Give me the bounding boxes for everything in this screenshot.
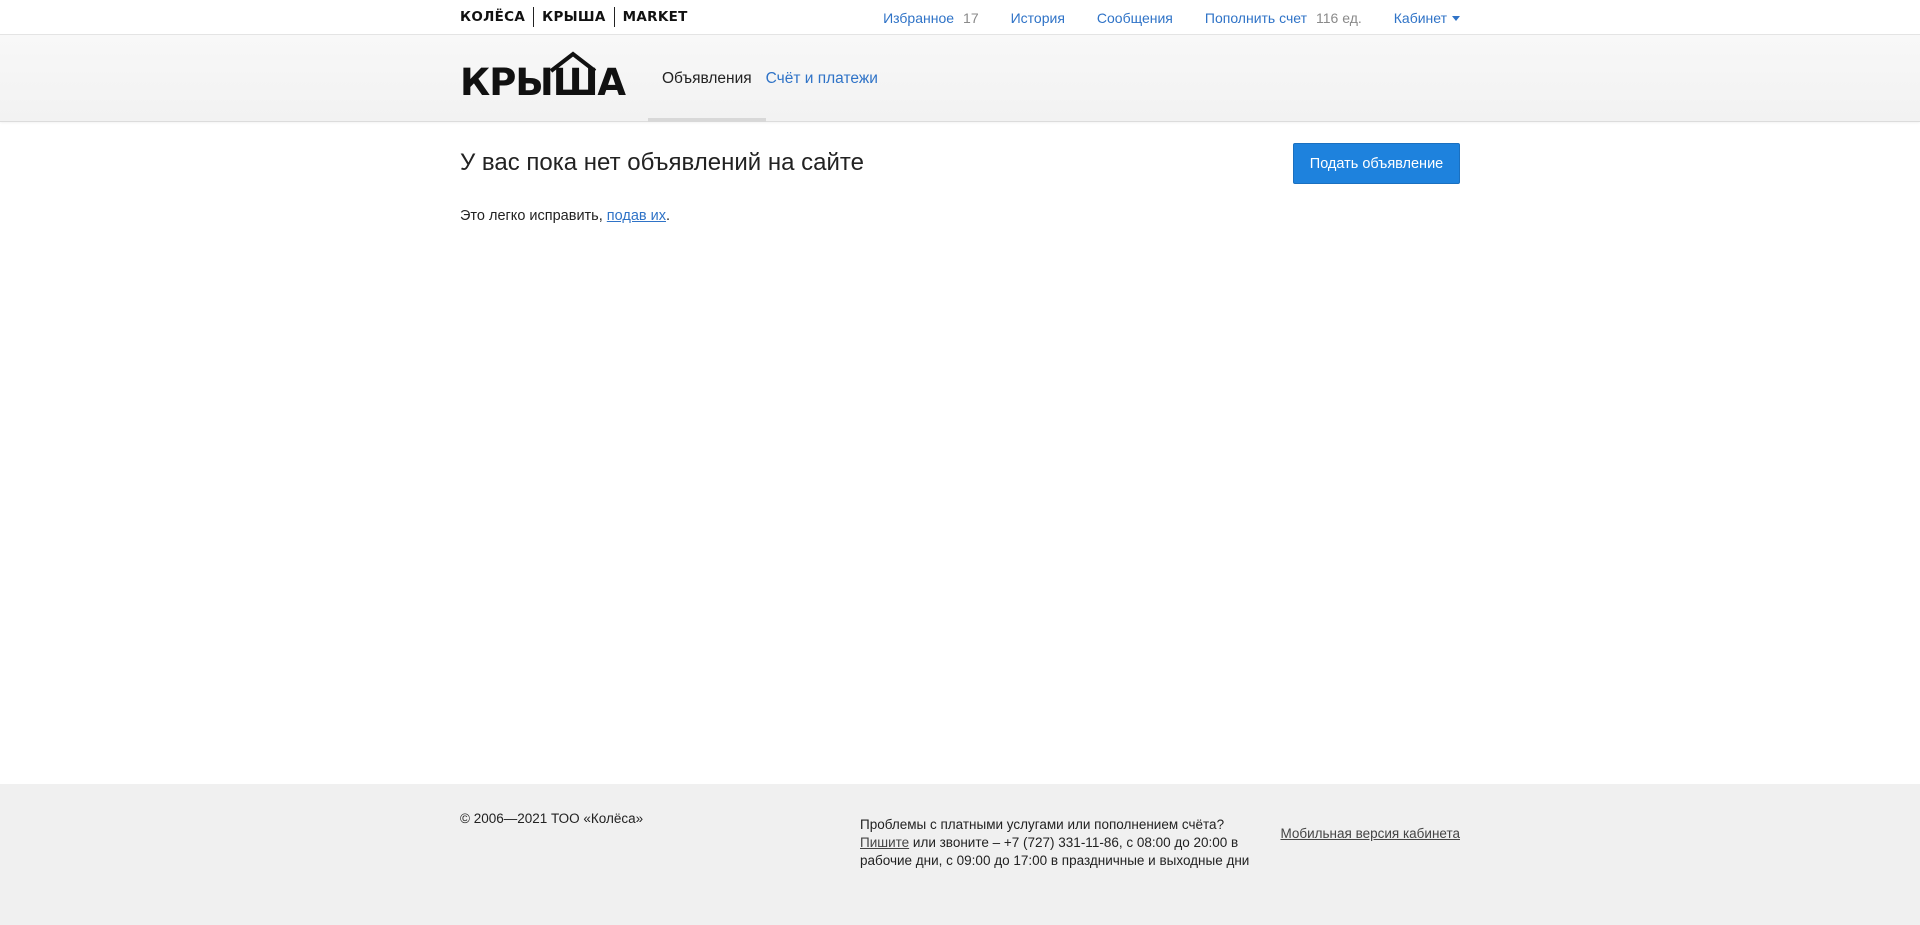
- logo-text: КРЫША: [460, 61, 626, 104]
- brand-divider: [533, 7, 535, 27]
- tab-listings[interactable]: Объявления: [648, 35, 766, 122]
- krysha-logo[interactable]: КРЫША: [460, 51, 626, 103]
- header-container: КРЫША Объявления Счёт и платежи: [460, 35, 1460, 122]
- favorites-item: Избранное 17: [883, 10, 979, 26]
- balance-value: 116 ед.: [1316, 9, 1362, 26]
- site-header: КРЫША Объявления Счёт и платежи: [0, 35, 1920, 122]
- top-bar: КОЛЁСА КРЫША MARKET Избранное 17 История…: [0, 0, 1920, 35]
- hint-suffix: .: [666, 208, 671, 224]
- brand-divider: [613, 7, 615, 27]
- topup-link[interactable]: Пополнить счет: [1205, 10, 1307, 26]
- topup-item: Пополнить счет 116 ед.: [1205, 10, 1362, 26]
- top-bar-container: КОЛЁСА КРЫША MARKET Избранное 17 История…: [460, 0, 1460, 35]
- footer-container: © 2006—2021 ТОО «Колёса» Проблемы с плат…: [460, 784, 1460, 925]
- support-question: Проблемы с платными услугами или пополне…: [860, 817, 1225, 832]
- section-tabs: Объявления Счёт и платежи: [648, 35, 892, 122]
- messages-link[interactable]: Сообщения: [1097, 10, 1173, 26]
- chevron-down-icon[interactable]: [1452, 15, 1460, 21]
- write-us-link[interactable]: Пишите: [860, 835, 909, 850]
- copyright: © 2006—2021 ТОО «Колёса»: [460, 811, 644, 826]
- page-title: У вас пока нет объявлений на сайте: [460, 149, 864, 176]
- support-info: Проблемы с платными услугами или пополне…: [860, 816, 1250, 870]
- favorites-link[interactable]: Избранное: [883, 10, 954, 26]
- support-phone-hours: или звоните – +7 (727) 331-11-86, с 08:0…: [860, 835, 1250, 868]
- tab-account-payments[interactable]: Счёт и платежи: [766, 35, 892, 122]
- cabinet-item[interactable]: Кабинет: [1394, 10, 1460, 26]
- brand-kolesa-link[interactable]: КОЛЁСА: [460, 7, 525, 27]
- submit-listing-button[interactable]: Подать объявление: [1293, 143, 1460, 184]
- brand-krysha-link[interactable]: КРЫША: [542, 7, 606, 27]
- empty-state-hint: Это легко исправить, подав их.: [460, 208, 670, 224]
- messages-item: Сообщения: [1097, 10, 1173, 26]
- history-item: История: [1011, 10, 1065, 26]
- hint-text: Это легко исправить,: [460, 208, 607, 224]
- history-link[interactable]: История: [1011, 10, 1065, 26]
- site-footer: © 2006—2021 ТОО «Колёса» Проблемы с плат…: [0, 784, 1920, 925]
- brand-market-link[interactable]: MARKET: [623, 7, 688, 27]
- mobile-version-link[interactable]: Мобильная версия кабинета: [1280, 826, 1460, 841]
- cabinet-menu-link[interactable]: Кабинет: [1394, 10, 1447, 26]
- brand-switcher: КОЛЁСА КРЫША MARKET: [460, 7, 688, 27]
- submit-listings-link[interactable]: подав их: [607, 208, 666, 224]
- support-contacts: Пишите или звоните – +7 (727) 331-11-86,…: [860, 834, 1250, 870]
- favorites-count: 17: [963, 9, 979, 26]
- user-nav: Избранное 17 История Сообщения Пополнить…: [883, 0, 1460, 35]
